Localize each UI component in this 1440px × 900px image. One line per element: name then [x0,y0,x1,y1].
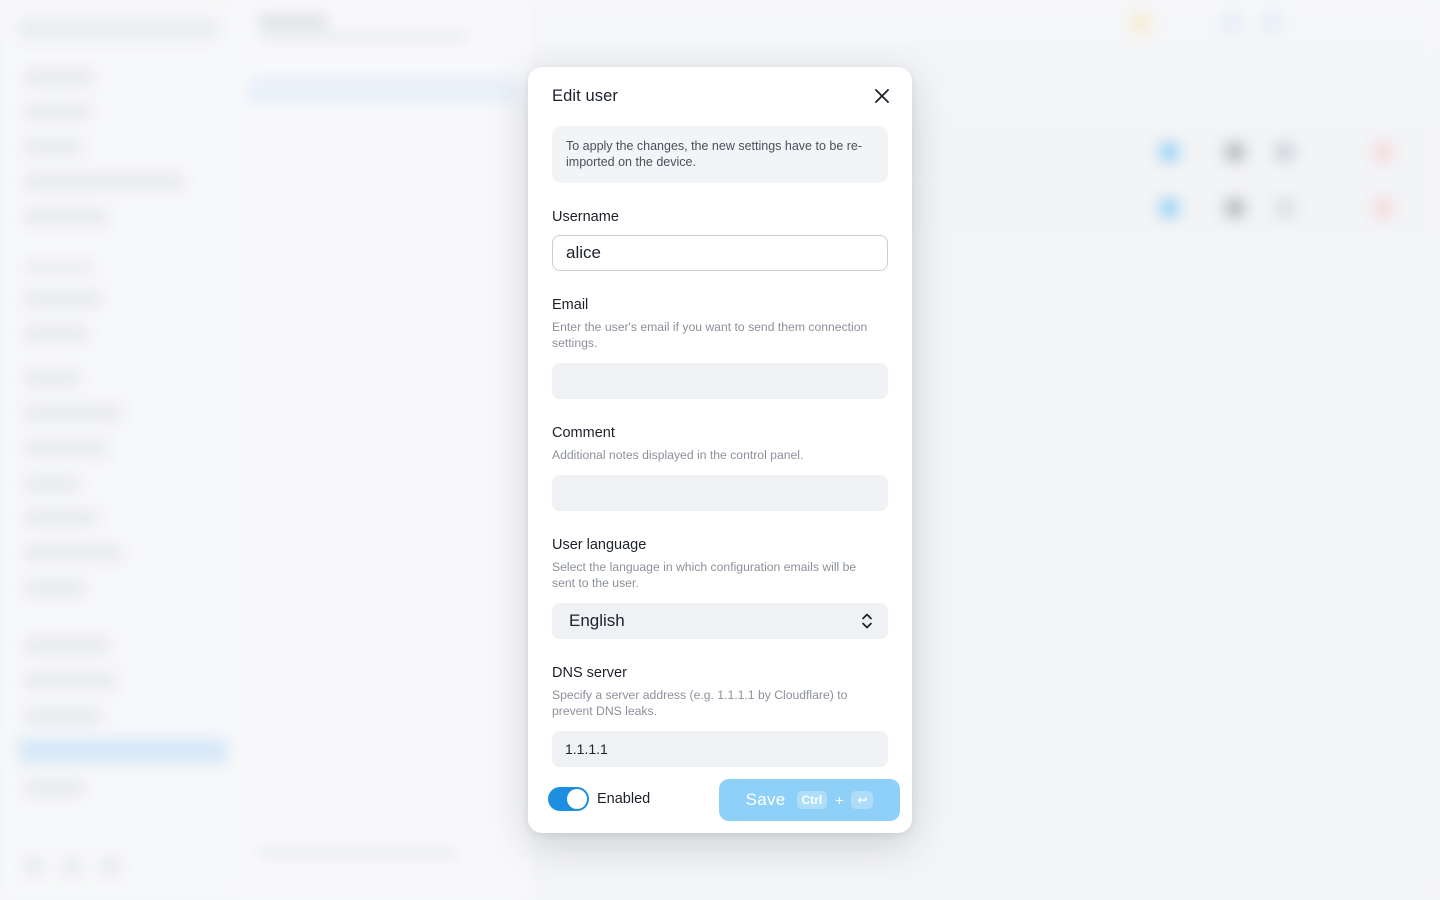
close-icon [875,89,889,103]
modal-title: Edit user [552,86,619,105]
enabled-label: Enabled [597,791,651,807]
shortcut-plus: + [835,792,844,808]
modal-header: Edit user [552,85,896,107]
close-button[interactable] [870,84,894,108]
toggle-knob [567,789,587,809]
modal-body: To apply the changes, the new settings h… [552,126,888,767]
email-input[interactable] [552,363,888,399]
edit-user-modal: Edit user To apply the changes, the new … [528,67,912,833]
username-input[interactable] [552,235,888,271]
enabled-toggle[interactable] [548,787,589,811]
language-select-value: English [569,611,625,630]
language-select[interactable]: English [552,603,888,639]
dns-label: DNS server [552,665,627,681]
ctrl-key-hint: Ctrl [796,791,828,809]
enter-key-icon: ↩ [851,791,874,809]
language-label: User language [552,537,647,553]
comment-label: Comment [552,425,615,441]
modal-footer: Enabled Save Ctrl + ↩ [528,767,912,833]
reimport-notice: To apply the changes, the new settings h… [552,126,888,183]
save-button-label: Save [745,790,786,809]
username-label: Username [552,209,619,225]
dns-input[interactable] [552,731,888,767]
save-button[interactable]: Save Ctrl + ↩ [719,779,900,821]
language-description: Select the language in which configurati… [552,560,857,590]
chevron-up-down-icon [862,613,872,629]
email-label: Email [552,297,589,313]
email-description: Enter the user's email if you want to se… [552,320,868,350]
comment-description: Additional notes displayed in the contro… [552,448,804,462]
dns-description: Specify a server address (e.g. 1.1.1.1 b… [552,688,848,718]
comment-input[interactable] [552,475,888,511]
